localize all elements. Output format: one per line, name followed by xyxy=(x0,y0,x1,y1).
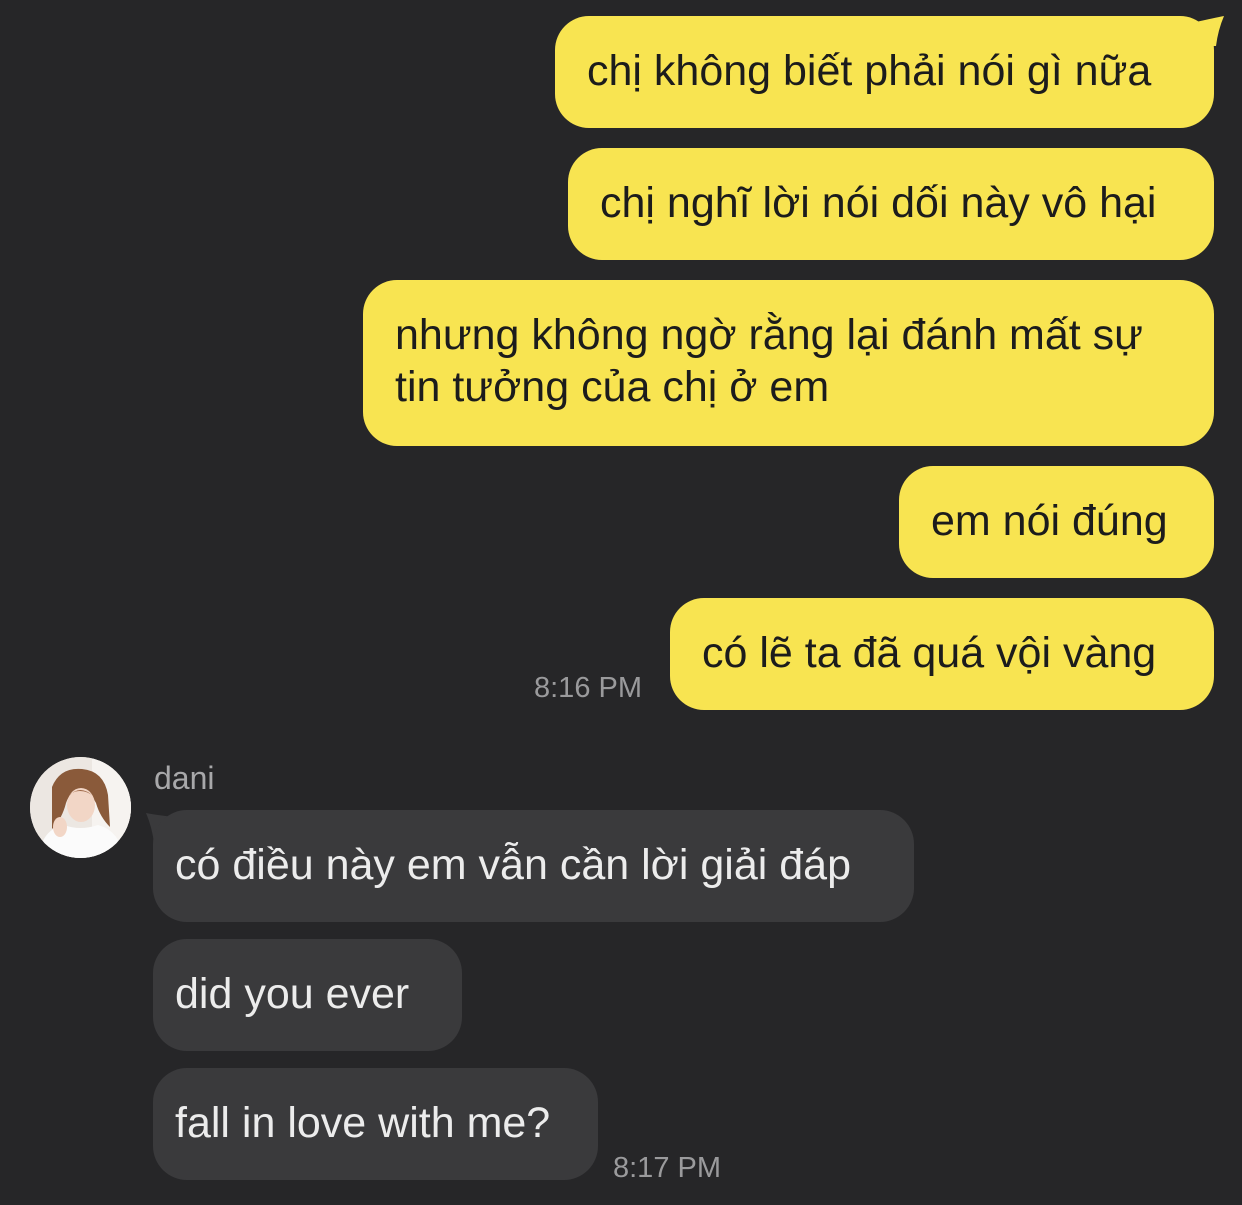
sender-name: dani xyxy=(154,760,215,796)
message-text-line: tin tưởng của chị ở em xyxy=(395,363,830,411)
incoming-message[interactable]: did you ever xyxy=(153,939,462,1051)
avatar[interactable] xyxy=(30,757,131,858)
message-text-line: nhưng không ngờ rằng lại đánh mất sự xyxy=(395,311,1143,359)
message-text: did you ever xyxy=(175,970,410,1018)
message-text: chị nghĩ lời nói dối này vô hại xyxy=(600,179,1157,227)
chat-thread: chị không biết phải nói gì nữa chị nghĩ … xyxy=(0,0,1242,1205)
message-text: em nói đúng xyxy=(931,497,1168,545)
outgoing-timestamp: 8:16 PM xyxy=(534,672,642,704)
message-text: chị không biết phải nói gì nữa xyxy=(587,47,1152,95)
incoming-message[interactable]: có điều này em vẫn cần lời giải đáp xyxy=(153,810,914,922)
outgoing-message[interactable]: chị nghĩ lời nói dối này vô hại xyxy=(568,148,1214,260)
profile-photo-icon xyxy=(30,757,131,858)
message-text: fall in love with me? xyxy=(175,1099,551,1147)
incoming-timestamp: 8:17 PM xyxy=(613,1152,721,1184)
message-text: có lẽ ta đã quá vội vàng xyxy=(702,629,1157,677)
incoming-message[interactable]: fall in love with me? xyxy=(153,1068,598,1180)
outgoing-message[interactable]: em nói đúng xyxy=(899,466,1214,578)
message-text: có điều này em vẫn cần lời giải đáp xyxy=(175,841,851,889)
outgoing-message[interactable]: nhưng không ngờ rằng lại đánh mất sự tin… xyxy=(363,280,1214,446)
outgoing-message[interactable]: chị không biết phải nói gì nữa xyxy=(555,16,1214,128)
outgoing-message[interactable]: có lẽ ta đã quá vội vàng xyxy=(670,598,1214,710)
